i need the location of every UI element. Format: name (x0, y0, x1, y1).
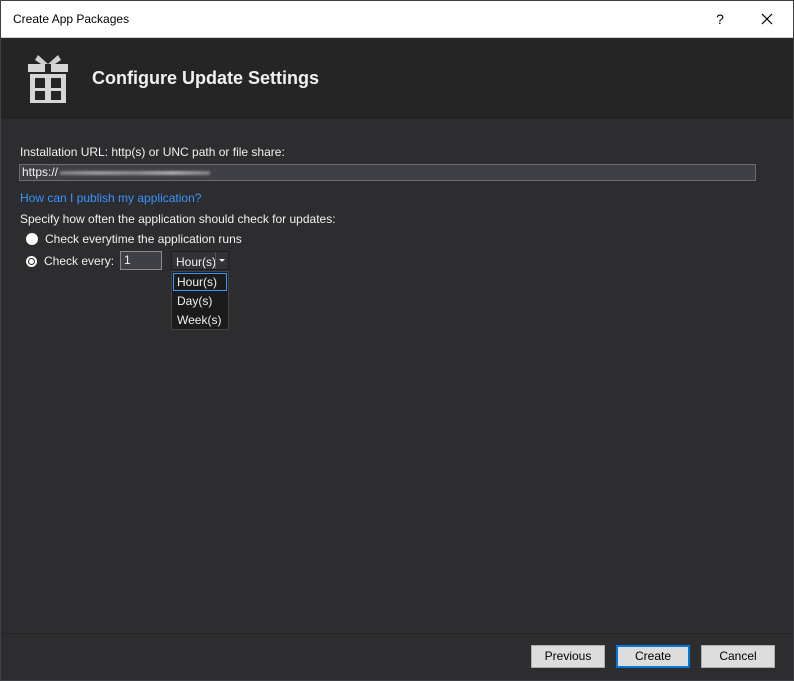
radio-button-checked[interactable] (26, 255, 37, 267)
interval-value-input[interactable]: 1 (120, 251, 162, 270)
radio-button-unchecked[interactable] (26, 233, 38, 245)
window-title: Create App Packages (13, 12, 130, 26)
dropdown-option-hours[interactable]: Hour(s) (173, 273, 227, 291)
cancel-button[interactable]: Cancel (701, 645, 775, 668)
radio-label-everytime: Check everytime the application runs (45, 232, 242, 246)
close-button[interactable] (744, 1, 790, 37)
create-button[interactable]: Create (616, 645, 690, 668)
radio-check-every[interactable]: Check every: (26, 253, 114, 269)
title-bar: Create App Packages ? (1, 1, 793, 38)
dropdown-option-days[interactable]: Day(s) (173, 292, 227, 310)
gift-box-icon (28, 55, 68, 103)
interval-unit-selected: Hour(s) (176, 255, 217, 269)
close-icon (761, 13, 773, 25)
installation-url-label: Installation URL: http(s) or UNC path or… (20, 145, 285, 159)
publish-help-link[interactable]: How can I publish my application? (20, 191, 201, 205)
create-app-packages-dialog: Create App Packages ? Configure Update S… (0, 0, 794, 681)
update-frequency-label: Specify how often the application should… (20, 212, 336, 226)
page-header: Configure Update Settings (1, 38, 793, 119)
update-settings-form: Installation URL: http(s) or UNC path or… (1, 119, 793, 633)
previous-button[interactable]: Previous (531, 645, 605, 668)
dialog-footer: Previous Create Cancel (1, 633, 793, 680)
dropdown-option-weeks[interactable]: Week(s) (173, 311, 227, 329)
radio-label-check-every: Check every: (44, 254, 115, 268)
interval-unit-select[interactable]: Hour(s) (171, 251, 229, 270)
installation-url-input[interactable]: https:// (19, 164, 756, 181)
help-button[interactable]: ? (697, 1, 743, 37)
page-title: Configure Update Settings (92, 68, 320, 88)
dropdown-toggle[interactable] (215, 252, 228, 269)
radio-check-everytime[interactable]: Check everytime the application runs (26, 231, 242, 247)
chevron-down-icon (219, 259, 225, 262)
url-value: https:// (22, 165, 59, 179)
interval-unit-dropdown: Hour(s) Day(s) Week(s) (171, 271, 229, 330)
redacted-url-blur (60, 170, 211, 175)
